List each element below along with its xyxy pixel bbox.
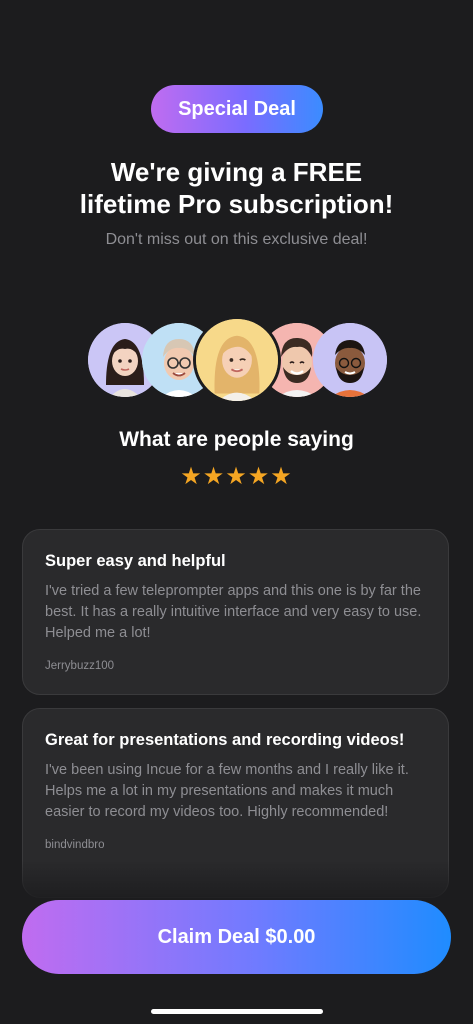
reviews-section-title: What are people saying xyxy=(119,428,354,451)
special-deal-badge: Special Deal xyxy=(151,85,323,133)
avatar-man-dark-skin xyxy=(313,323,387,397)
review-body: I've been using Incue for a few months a… xyxy=(45,762,409,820)
subtitle: Don't miss out on this exclusive deal! xyxy=(105,231,368,248)
avatar-woman-dark-hair xyxy=(88,323,162,397)
review-author: Jerrybuzz100 xyxy=(45,660,115,672)
avatar-man-beard xyxy=(260,323,334,397)
review-author: bindvindbro xyxy=(45,839,105,851)
headline: We're giving a FREE lifetime Pro subscri… xyxy=(0,156,473,220)
rating-stars: ★★★★★ xyxy=(180,463,293,490)
home-indicator[interactable] xyxy=(151,1009,323,1014)
avatar-man-glasses xyxy=(142,323,216,397)
review-title: Super easy and helpful xyxy=(45,552,226,570)
headline-line-2: lifetime Pro subscription! xyxy=(79,189,394,219)
claim-deal-button[interactable]: Claim Deal $0.00 xyxy=(22,900,451,974)
review-title: Great for presentations and recording vi… xyxy=(45,731,405,749)
review-body: I've tried a few teleprompter apps and t… xyxy=(45,583,422,641)
headline-line-1: We're giving a FREE xyxy=(110,157,363,187)
avatar-woman-blonde-winking xyxy=(193,316,281,404)
review-card: Super easy and helpful I've tried a few … xyxy=(22,529,449,695)
